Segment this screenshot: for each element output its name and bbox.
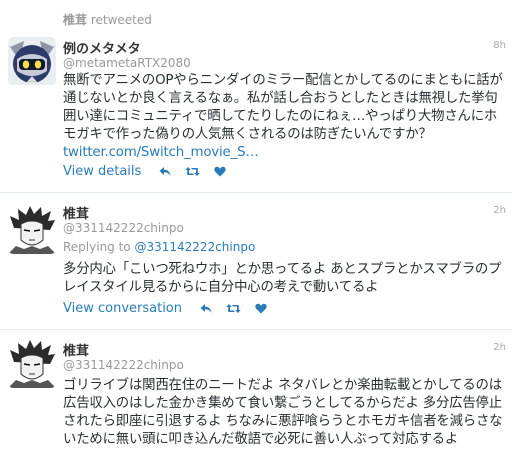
view-conversation-link[interactable]: View conversation bbox=[63, 301, 182, 316]
avatar[interactable] bbox=[8, 206, 56, 254]
retweet-context: 椎茸 retweeted bbox=[63, 11, 152, 28]
author-handle[interactable]: @331142222chinpo bbox=[63, 358, 184, 372]
retweet-label: retweeted bbox=[90, 13, 152, 27]
meta-knight-avatar-icon bbox=[8, 37, 56, 85]
tweet-timestamp[interactable]: 8h bbox=[493, 40, 506, 51]
tweet-2[interactable]: 椎茸 @331142222chinpo 2h Replying to @3311… bbox=[0, 193, 512, 329]
tweet-3[interactable]: 椎茸 @331142222chinpo 2h ゴリライブは関西在住のニートだよ … bbox=[0, 330, 512, 465]
reply-icon[interactable] bbox=[200, 303, 212, 314]
tweet-timestamp[interactable]: 2h bbox=[493, 342, 506, 353]
tweet-text: ゴリライブは関西在住のニートだよ ネタバレとか楽曲転載とかしてるのは広告収入のは… bbox=[63, 378, 503, 447]
manga-character-avatar-icon bbox=[8, 206, 56, 254]
tweet-actions: View details bbox=[63, 164, 226, 179]
like-icon[interactable] bbox=[214, 166, 226, 177]
tweet-text: 多分内心「こいつ死ねウホ」とか思ってるよ あとスプラとかスマブラのプレイスタイル… bbox=[63, 262, 502, 295]
retweeter-name[interactable]: 椎茸 bbox=[63, 13, 87, 27]
author-name[interactable]: 例のメタメタ bbox=[63, 38, 141, 57]
manga-character-avatar-icon bbox=[8, 340, 56, 388]
avatar[interactable] bbox=[8, 37, 56, 85]
tweet-text-content: 無断でアニメのOPやらニンダイのミラー配信とかしてるのにまともに話が通じないとか… bbox=[63, 73, 503, 142]
tweet-timestamp[interactable]: 2h bbox=[493, 205, 506, 216]
tweet-actions: View conversation bbox=[63, 301, 267, 316]
retweet-icon[interactable] bbox=[226, 303, 241, 314]
replying-to-handle[interactable]: @331142222chinpo bbox=[134, 240, 255, 254]
tweet-text: 無断でアニメのOPやらニンダイのミラー配信とかしてるのにまともに話が通じないとか… bbox=[63, 72, 504, 162]
avatar[interactable] bbox=[8, 340, 56, 388]
view-details-link[interactable]: View details bbox=[63, 164, 141, 179]
replying-to-label: Replying to bbox=[63, 240, 131, 254]
retweet-icon[interactable] bbox=[185, 166, 200, 177]
reply-icon[interactable] bbox=[159, 166, 171, 177]
author-name[interactable]: 椎茸 bbox=[63, 340, 89, 359]
author-handle[interactable]: @metametaRTX2080 bbox=[63, 56, 191, 70]
replying-to: Replying to @331142222chinpo bbox=[63, 240, 255, 254]
tweet-link[interactable]: twitter.com/Switch_movie_S… bbox=[63, 145, 259, 160]
author-name[interactable]: 椎茸 bbox=[63, 203, 89, 222]
like-icon[interactable] bbox=[255, 303, 267, 314]
tweet-1[interactable]: 椎茸 retweeted 例のメタメタ @metametaRTX2080 8h … bbox=[0, 0, 512, 192]
author-handle[interactable]: @331142222chinpo bbox=[63, 221, 184, 235]
